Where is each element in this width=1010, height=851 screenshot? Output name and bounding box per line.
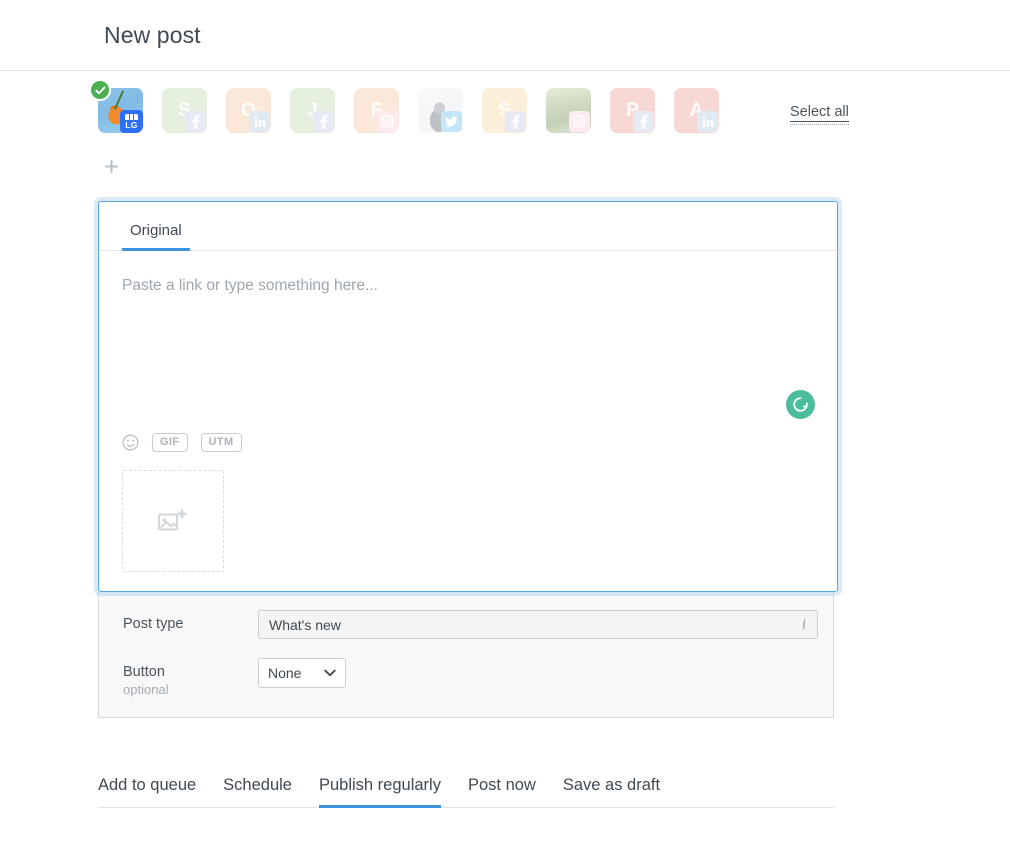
avatar — [418, 88, 463, 133]
post-type-row: Post type What's new i — [99, 610, 833, 639]
linkedin-icon — [697, 111, 718, 132]
avatar: S — [482, 88, 527, 133]
grammarly-icon[interactable] — [786, 390, 815, 419]
add-image-icon — [158, 509, 187, 530]
profile-avatar-4[interactable]: F — [354, 88, 399, 133]
profile-avatar-1[interactable]: S — [162, 88, 207, 133]
schedule-action-tabs: Add to queue Schedule Publish regularly … — [98, 764, 834, 808]
facebook-icon — [633, 111, 654, 132]
profile-avatar-2[interactable]: O — [226, 88, 271, 133]
facebook-icon — [505, 111, 526, 132]
plus-icon — [104, 159, 118, 173]
avatar — [546, 88, 591, 133]
add-profile-button[interactable] — [98, 153, 124, 179]
page-title: New post — [104, 21, 201, 48]
gmb-badge-label: LG — [125, 120, 138, 130]
chevron-down-icon — [324, 669, 336, 677]
tab-add-to-queue[interactable]: Add to queue — [98, 776, 196, 808]
composer-text-area[interactable]: Paste a link or type something here... — [99, 251, 837, 425]
tab-publish-regularly[interactable]: Publish regularly — [318, 776, 441, 808]
profile-avatar-0[interactable]: LG — [89, 79, 143, 133]
post-type-select[interactable]: What's new i — [258, 610, 818, 639]
add-media-dropzone[interactable] — [122, 470, 224, 572]
button-select[interactable]: None — [258, 658, 346, 688]
select-all-link[interactable]: Select all — [790, 104, 849, 125]
profile-avatar-3[interactable]: J — [290, 88, 335, 133]
button-value: None — [268, 665, 302, 681]
avatar: P — [610, 88, 655, 133]
gif-button[interactable]: GIF — [152, 432, 188, 452]
avatar: F — [354, 88, 399, 133]
profile-avatar-row: LG S O J F S P A Select all — [89, 79, 1010, 144]
profile-avatar-6[interactable]: S — [482, 88, 527, 133]
profile-avatar-8[interactable]: P — [610, 88, 655, 133]
tab-schedule[interactable]: Schedule — [223, 776, 292, 808]
page-header: New post — [0, 0, 1010, 71]
button-label-sub: optional — [123, 682, 169, 697]
info-icon[interactable]: i — [802, 616, 806, 633]
avatar: S — [162, 88, 207, 133]
button-label: Button optional — [123, 658, 258, 697]
button-label-text: Button — [123, 664, 165, 680]
tab-post-now[interactable]: Post now — [468, 776, 536, 808]
composer-tab-bar: Original — [99, 202, 837, 251]
profile-avatar-7[interactable] — [546, 88, 591, 133]
post-type-label: Post type — [123, 616, 184, 632]
google-my-business-icon: LG — [120, 110, 143, 133]
post-type-value: What's new — [269, 616, 341, 633]
linkedin-icon — [249, 111, 270, 132]
facebook-icon — [313, 111, 334, 132]
facebook-icon — [185, 111, 206, 132]
instagram-icon — [569, 111, 590, 132]
selected-check-icon — [89, 79, 111, 101]
avatar: J — [290, 88, 335, 133]
avatar: O — [226, 88, 271, 133]
tab-save-as-draft[interactable]: Save as draft — [563, 776, 660, 808]
select-all-label: Select all — [790, 103, 849, 122]
profile-avatar-5[interactable] — [418, 88, 463, 133]
post-composer: Original Paste a link or type something … — [98, 201, 838, 592]
composer-area: Original Paste a link or type something … — [0, 201, 1010, 592]
profile-selector: LG S O J F S P A Select all — [0, 71, 1010, 179]
emoji-smiley-icon[interactable] — [122, 434, 139, 451]
avatar: A — [674, 88, 719, 133]
button-row: Button optional None — [99, 658, 833, 697]
composer-toolbar: GIF UTM — [99, 425, 837, 459]
twitter-icon — [441, 111, 462, 132]
instagram-icon — [377, 111, 398, 132]
composer-placeholder: Paste a link or type something here... — [122, 277, 378, 294]
profile-avatar-9[interactable]: A — [674, 88, 719, 133]
post-options-panel: Post type What's new i Button optional N… — [98, 592, 834, 718]
tab-original[interactable]: Original — [122, 222, 190, 251]
utm-button[interactable]: UTM — [200, 432, 242, 452]
